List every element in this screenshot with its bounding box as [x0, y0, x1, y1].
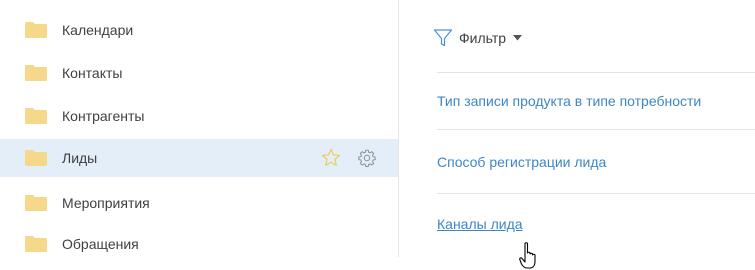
folder-icon	[25, 108, 47, 124]
lookup-link-lead-registration-method[interactable]: Способ регистрации лида	[437, 154, 606, 170]
lookup-link-product-record-type[interactable]: Тип записи продукта в типе потребности	[437, 93, 701, 109]
filter-icon	[433, 29, 453, 47]
sidebar-item-calendars[interactable]: Календари	[0, 11, 398, 49]
folder-icon	[25, 65, 47, 81]
filter-label: Фильтр	[459, 30, 507, 46]
sidebar-item-leads[interactable]: Лиды	[0, 139, 398, 177]
sidebar-item-label: Контрагенты	[62, 108, 145, 124]
lookup-link-lead-channels[interactable]: Каналы лида	[437, 216, 523, 232]
row-actions	[320, 139, 378, 177]
folder-icon	[25, 22, 47, 38]
caret-down-icon	[513, 35, 523, 41]
folder-icon	[25, 150, 47, 166]
row-divider	[437, 129, 755, 130]
sidebar-item-label: Контакты	[62, 65, 123, 81]
sidebar-item-label: Лиды	[62, 150, 98, 166]
lookups-list: Фильтр Тип записи продукта в типе потреб…	[399, 0, 755, 257]
row-divider	[437, 193, 755, 194]
sidebar-item-label: Обращения	[62, 236, 139, 252]
sidebar-item-label: Мероприятия	[62, 195, 150, 211]
sidebar-item-events[interactable]: Мероприятия	[0, 184, 398, 222]
filter-button[interactable]: Фильтр	[433, 27, 523, 49]
gear-icon[interactable]	[356, 147, 378, 169]
hand-pointer-icon	[519, 242, 536, 269]
sidebar-item-contacts[interactable]: Контакты	[0, 54, 398, 92]
folder-icon	[25, 236, 47, 252]
section-sidebar: Календари Контакты Контрагенты Лиды Меро…	[0, 0, 398, 257]
sidebar-item-accounts[interactable]: Контрагенты	[0, 97, 398, 135]
star-icon[interactable]	[320, 147, 342, 169]
folder-icon	[25, 195, 47, 211]
sidebar-item-cases[interactable]: Обращения	[0, 225, 398, 263]
sidebar-item-label: Календари	[62, 22, 134, 38]
row-divider	[437, 72, 755, 73]
